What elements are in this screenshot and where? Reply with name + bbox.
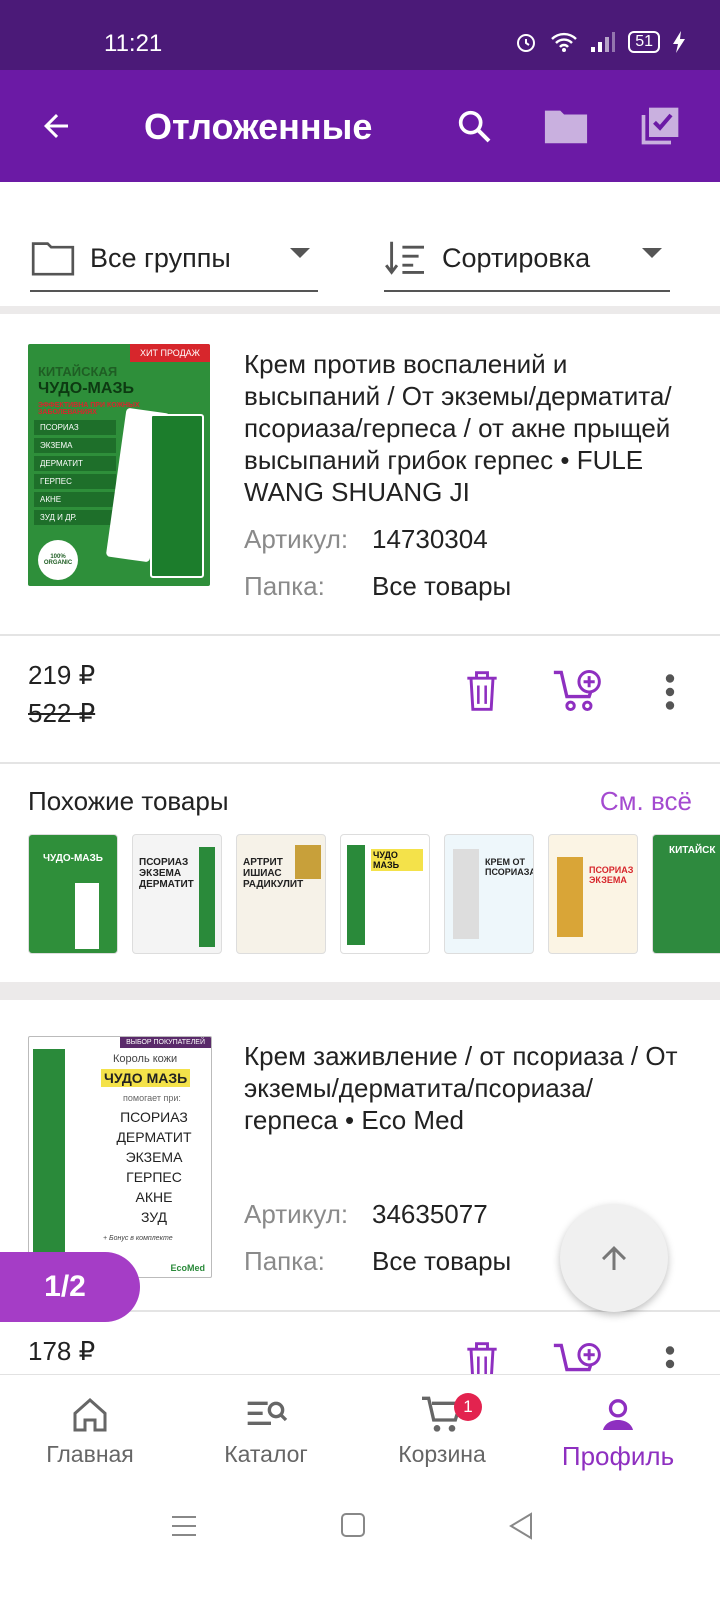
- nav-home-label: Главная: [46, 1441, 134, 1467]
- delete-button[interactable]: [456, 1340, 508, 1374]
- similar-title: Похожие товары: [28, 786, 229, 816]
- nav-home[interactable]: Главная: [0, 1395, 180, 1468]
- divider: [0, 634, 720, 636]
- status-bar: 11:21 51: [0, 0, 720, 70]
- folder-outline-icon: [31, 242, 75, 276]
- similar-item[interactable]: ПСОРИАЗ ЭКЗЕМА: [548, 834, 638, 954]
- product-box: [150, 414, 204, 578]
- group-filter[interactable]: Все группы: [30, 226, 318, 292]
- trash-icon: [467, 1342, 497, 1374]
- add-to-cart-button[interactable]: [548, 664, 608, 718]
- battery-icon: 51: [628, 31, 660, 53]
- home-icon: [73, 1397, 107, 1432]
- folder-label: Папка:: [244, 1246, 325, 1276]
- more-button[interactable]: [650, 1346, 690, 1374]
- price: 219 ₽: [28, 660, 96, 690]
- home-square-icon[interactable]: [340, 1512, 366, 1538]
- delete-button[interactable]: [456, 664, 508, 718]
- folder-label: Папка:: [244, 571, 325, 601]
- chevron-down-icon: [642, 248, 662, 258]
- similar-item[interactable]: ЧУДО-МАЗЬ: [28, 834, 118, 954]
- arrow-back-icon: [44, 114, 68, 138]
- sort-filter-label: Сортировка: [442, 242, 591, 273]
- divider: [0, 306, 720, 314]
- similar-item[interactable]: ЧУДО МАЗЬ: [340, 834, 430, 954]
- back-triangle-icon[interactable]: [508, 1512, 534, 1540]
- page-indicator: 1/2: [0, 1252, 140, 1322]
- alarm-icon: [517, 34, 536, 52]
- folder-value: Все товары: [372, 571, 512, 601]
- back-button[interactable]: [28, 98, 84, 154]
- profile-icon: [603, 1399, 633, 1430]
- more-vertical-icon: [665, 1346, 675, 1369]
- cart-plus-icon: [553, 1343, 601, 1372]
- nav-profile[interactable]: Профиль: [528, 1395, 708, 1472]
- trash-icon: [467, 671, 497, 711]
- page-title: Отложенные: [144, 106, 373, 147]
- cart-plus-icon: [553, 670, 601, 712]
- divider: [0, 982, 720, 1000]
- scroll-to-top-button[interactable]: [560, 1204, 668, 1312]
- product-image[interactable]: ВЫБОР ПОКУПАТЕЛЕЙ Король кожи ЧУДО МАЗЬ …: [28, 1036, 212, 1278]
- folder-icon: [544, 110, 588, 144]
- see-all-link[interactable]: См. всё: [600, 786, 692, 817]
- chevron-down-icon: [290, 248, 310, 258]
- bottom-navigation: Главная Каталог 1 Корзина Профиль: [0, 1374, 720, 1495]
- sort-filter[interactable]: Сортировка: [384, 226, 670, 292]
- group-filter-label: Все группы: [90, 242, 231, 273]
- similar-item[interactable]: ПСОРИАЗ ЭКЗЕМА ДЕРМАТИТ: [132, 834, 222, 954]
- more-button[interactable]: [650, 666, 690, 718]
- similar-item[interactable]: КИТАЙСК: [652, 834, 720, 954]
- nav-catalog[interactable]: Каталог: [176, 1395, 356, 1468]
- product-image-badge: ВЫБОР ПОКУПАТЕЛЕЙ: [120, 1037, 211, 1048]
- product-image-list: ПСОРИАЗ ЭКЗЕМА ДЕРМАТИТ ГЕРПЕС АКНЕ ЗУД …: [34, 420, 116, 525]
- select-button[interactable]: [632, 98, 688, 154]
- product-image-list: ПСОРИАЗ ДЕРМАТИТ ЭКЗЕМА ГЕРПЕС АКНЕ ЗУД: [116, 1109, 192, 1225]
- article-label: Артикул:: [244, 524, 349, 554]
- wifi-icon: [551, 32, 578, 52]
- cart-badge: 1: [454, 1393, 482, 1421]
- signal-icon: [591, 32, 616, 52]
- app-bar: Отложенные: [0, 70, 720, 182]
- product-image[interactable]: ХИТ ПРОДАЖ КИТАЙСКАЯ ЧУДО-МАЗЬ ЭФФЕКТИВН…: [28, 344, 210, 586]
- menu-icon[interactable]: [170, 1514, 198, 1538]
- folder-button[interactable]: [538, 98, 594, 154]
- organic-seal: 100% ORGANIC: [38, 540, 78, 580]
- similar-item[interactable]: АРТРИТ ИШИАС РАДИКУЛИТ: [236, 834, 326, 954]
- old-price: 522 ₽: [28, 698, 96, 728]
- system-navigation: [0, 1494, 720, 1600]
- status-icons: 51: [514, 30, 686, 54]
- nav-catalog-label: Каталог: [224, 1441, 308, 1467]
- arrow-up-icon: [602, 1246, 626, 1270]
- folder-value: Все товары: [372, 1246, 512, 1276]
- divider: [0, 762, 720, 764]
- similar-item[interactable]: КРЕМ ОТ ПСОРИАЗА: [444, 834, 534, 954]
- price: 178 ₽: [28, 1336, 96, 1366]
- product-name[interactable]: Крем против воспалений и высыпаний / От …: [244, 348, 694, 508]
- nav-cart[interactable]: 1 Корзина: [352, 1393, 532, 1468]
- charging-icon: [673, 31, 685, 53]
- brand-logo: EcoMed: [170, 1263, 205, 1273]
- sort-icon: [385, 241, 424, 275]
- add-to-cart-button[interactable]: [548, 1340, 608, 1374]
- product-image-badge: ХИТ ПРОДАЖ: [130, 344, 210, 362]
- product-name[interactable]: Крем заживление / от псориаза / От экзем…: [244, 1040, 694, 1136]
- checkbox-multiple-icon: [641, 107, 679, 145]
- search-icon: [458, 110, 491, 143]
- catalog-search-icon: [247, 1401, 288, 1425]
- status-time: 11:21: [104, 30, 163, 57]
- article-value: 34635077: [372, 1199, 488, 1229]
- article-label: Артикул:: [244, 1199, 349, 1229]
- more-vertical-icon: [665, 674, 675, 710]
- filters-bar: Все группы Сортировка: [0, 182, 720, 310]
- article-value: 14730304: [372, 524, 488, 554]
- search-button[interactable]: [446, 98, 502, 154]
- nav-profile-label: Профиль: [561, 1441, 675, 1471]
- nav-cart-label: Корзина: [398, 1441, 486, 1467]
